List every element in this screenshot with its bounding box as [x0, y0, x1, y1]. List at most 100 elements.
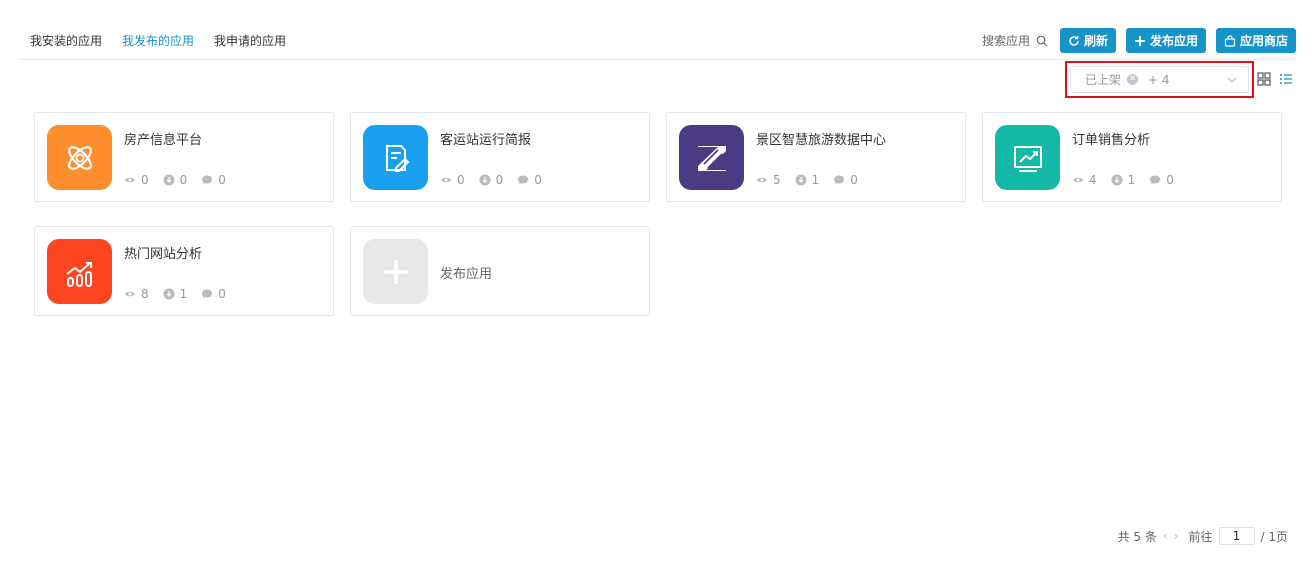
publish-app-button[interactable]: 发布应用	[1125, 28, 1206, 53]
download-icon	[163, 288, 175, 300]
comments-count: 0	[218, 173, 226, 187]
page-input[interactable]: 1	[1218, 527, 1255, 545]
app-name: 订单销售分析	[1072, 133, 1151, 148]
more-tags-count: + 4	[1148, 72, 1170, 87]
tab-bar: 我安装的应用 我发布的应用 我申请的应用	[20, 26, 296, 60]
search-label: 搜索应用	[981, 34, 1030, 48]
views-count: 4	[1089, 173, 1097, 187]
comment-icon	[1150, 175, 1161, 185]
app-card[interactable]: 房产信息平台 0 0 0	[34, 112, 334, 202]
app-store-button[interactable]: 应用商店	[1215, 28, 1296, 53]
tab-divider	[20, 59, 1296, 60]
downloads-stat: 0	[163, 173, 188, 187]
views-count: 0	[457, 173, 465, 187]
app-name: 热门网站分析	[124, 247, 203, 262]
total-pages: / 1页	[1260, 529, 1289, 544]
downloads-count: 1	[179, 287, 188, 301]
app-store-label: 应用商店	[1239, 34, 1288, 48]
app-logo	[47, 125, 112, 190]
prev-page-icon[interactable]: ‹	[1163, 529, 1168, 543]
views-stat: 0	[440, 173, 465, 187]
app-name: 房产信息平台	[124, 133, 203, 148]
downloads-stat: 1	[795, 173, 820, 187]
downloads-count: 0	[179, 173, 188, 187]
bar-trend-icon	[65, 261, 92, 287]
refresh-icon	[1069, 35, 1079, 46]
grid-view-icon[interactable]	[1257, 72, 1271, 86]
list-view-icon[interactable]	[1279, 72, 1293, 86]
refresh-button[interactable]: 刷新	[1059, 28, 1116, 53]
next-page-icon[interactable]: ›	[1174, 529, 1179, 543]
app-stats: 8 1 0	[124, 287, 226, 301]
goto-label: 前往	[1188, 529, 1213, 544]
comments-stat: 0	[201, 173, 226, 187]
add-logo	[363, 239, 428, 304]
pagination: 共 5 条 ‹ › 前往 1 / 1页	[1118, 527, 1288, 545]
eye-icon	[125, 291, 135, 297]
tab-installed-apps[interactable]: 我安装的应用	[20, 26, 112, 60]
views-count: 0	[141, 173, 149, 187]
status-filter-highlight: 已上架 ✕ + 4	[1065, 61, 1254, 98]
downloads-stat: 1	[163, 287, 188, 301]
comment-icon	[202, 289, 213, 299]
tab-published-apps[interactable]: 我发布的应用	[112, 26, 205, 60]
downloads-stat: 1	[1111, 173, 1136, 187]
view-toggle	[1257, 72, 1293, 86]
comments-count: 0	[534, 173, 542, 187]
comments-count: 0	[1166, 173, 1174, 187]
app-logo	[363, 125, 428, 190]
views-stat: 4	[1072, 173, 1097, 187]
comments-stat: 0	[517, 173, 542, 187]
comments-stat: 0	[201, 287, 226, 301]
plus-icon	[1134, 35, 1145, 46]
comment-icon	[834, 175, 845, 185]
downloads-count: 1	[1127, 173, 1136, 187]
shopping-bag-icon	[1224, 34, 1236, 47]
plus-icon	[383, 259, 408, 284]
views-stat: 8	[124, 287, 149, 301]
comments-stat: 0	[1149, 173, 1174, 187]
refresh-label: 刷新	[1083, 34, 1108, 48]
document-edit-icon	[385, 144, 409, 172]
app-card[interactable]: 景区智慧旅游数据中心 5 1 0	[666, 112, 966, 202]
chevron-down-icon	[1227, 77, 1237, 83]
status-tag-label: 已上架	[1085, 73, 1122, 87]
search-icon	[1036, 35, 1048, 46]
app-stats: 5 1 0	[756, 173, 858, 187]
downloads-count: 0	[495, 173, 504, 187]
publish-app-label: 发布应用	[1149, 34, 1198, 48]
total-count: 共 5 条	[1117, 529, 1157, 544]
download-icon	[1111, 174, 1123, 186]
publish-app-card[interactable]: 发布应用	[350, 226, 650, 316]
chart-trend-icon	[1013, 145, 1042, 172]
app-card[interactable]: 客运站运行简报 0 0 0	[350, 112, 650, 202]
close-icon[interactable]: ✕	[1127, 74, 1139, 85]
download-icon	[479, 174, 491, 186]
app-name: 客运站运行简报	[440, 133, 532, 148]
views-stat: 5	[756, 173, 781, 187]
app-logo	[47, 239, 112, 304]
views-count: 5	[773, 173, 781, 187]
toolbar: 搜索应用 刷新 发布应用 应用商店	[982, 28, 1296, 53]
status-tag: 已上架 ✕	[1085, 71, 1139, 88]
z-logo-icon	[697, 145, 726, 171]
downloads-stat: 0	[479, 173, 504, 187]
publish-app-card-label: 发布应用	[440, 267, 493, 282]
app-card[interactable]: 热门网站分析 8 1 0	[34, 226, 334, 316]
app-name: 景区智慧旅游数据中心	[756, 133, 887, 148]
app-stats: 0 0 0	[124, 173, 226, 187]
eye-icon	[441, 177, 451, 183]
views-count: 8	[141, 287, 149, 301]
download-icon	[795, 174, 807, 186]
tab-applied-apps[interactable]: 我申请的应用	[204, 26, 296, 60]
comment-icon	[518, 175, 529, 185]
search-apps[interactable]: 搜索应用	[982, 32, 1048, 49]
downloads-count: 1	[811, 173, 820, 187]
app-stats: 4 1 0	[1072, 173, 1174, 187]
app-stats: 0 0 0	[440, 173, 542, 187]
eye-icon	[125, 177, 135, 183]
eye-icon	[1073, 177, 1083, 183]
comment-icon	[202, 175, 213, 185]
app-card[interactable]: 订单销售分析 4 1 0	[982, 112, 1282, 202]
status-filter-select[interactable]: 已上架 ✕ + 4	[1070, 66, 1249, 93]
